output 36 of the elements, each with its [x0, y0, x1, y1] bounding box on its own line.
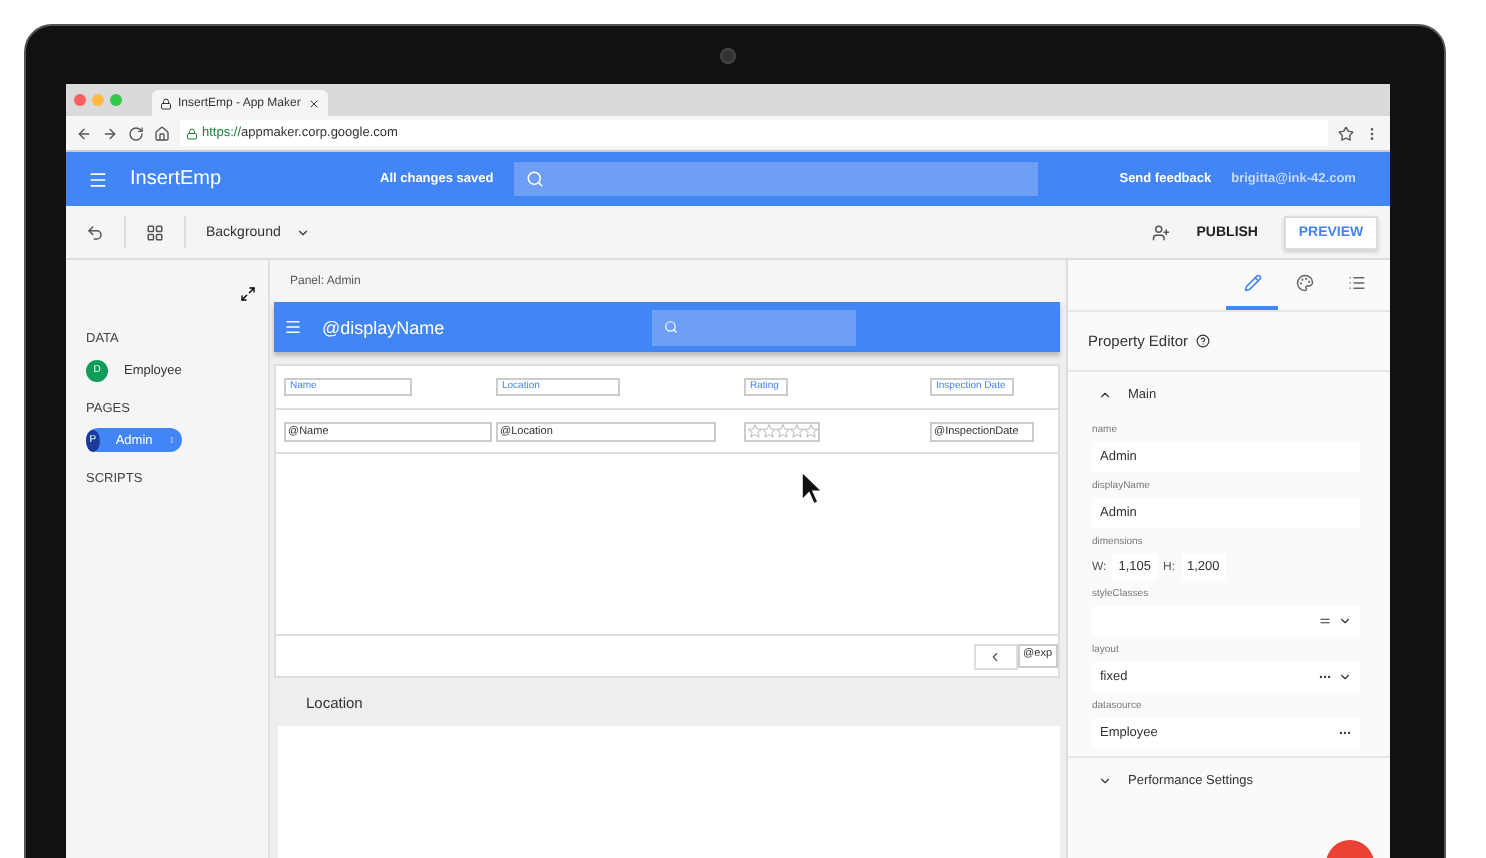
search-field[interactable]	[652, 309, 856, 345]
search-icon	[525, 170, 544, 188]
menu-icon[interactable]	[284, 318, 302, 336]
page-title: @displayName	[322, 317, 447, 337]
chevron-down-icon	[1098, 773, 1112, 787]
equal-icon	[1318, 614, 1332, 628]
palette-icon	[1295, 274, 1313, 292]
select-field[interactable]	[1092, 606, 1360, 636]
search-field[interactable]	[513, 162, 1038, 196]
more-icon	[1338, 726, 1352, 740]
list-icon	[1347, 274, 1365, 292]
help-icon[interactable]	[1196, 334, 1211, 348]
home-icon[interactable]	[154, 125, 170, 141]
person-add-icon[interactable]	[1152, 223, 1171, 241]
back-icon[interactable]	[76, 125, 92, 141]
search-icon	[664, 320, 678, 334]
menu-icon[interactable]	[88, 169, 108, 189]
lock-icon	[186, 127, 198, 139]
more-icon	[1318, 670, 1332, 684]
caret-icon	[1338, 670, 1352, 684]
chevron-up-icon	[1098, 387, 1112, 401]
widgets-icon[interactable]	[146, 223, 164, 241]
chevron-left-icon	[988, 649, 1003, 663]
star-icon[interactable]	[1338, 125, 1354, 141]
caret-icon	[1338, 614, 1352, 628]
reload-icon[interactable]	[128, 125, 144, 141]
pencil-icon	[1243, 274, 1261, 292]
camera-icon	[720, 47, 736, 63]
close-icon[interactable]	[308, 97, 320, 109]
forward-icon[interactable]	[102, 125, 118, 141]
caret-icon	[296, 225, 311, 239]
mouse-pointer-icon	[800, 470, 824, 506]
close-window-icon[interactable]	[74, 94, 86, 106]
expand-icon[interactable]	[240, 286, 256, 302]
undo-icon[interactable]	[86, 223, 104, 241]
app-title: InsertEmp	[130, 168, 224, 190]
